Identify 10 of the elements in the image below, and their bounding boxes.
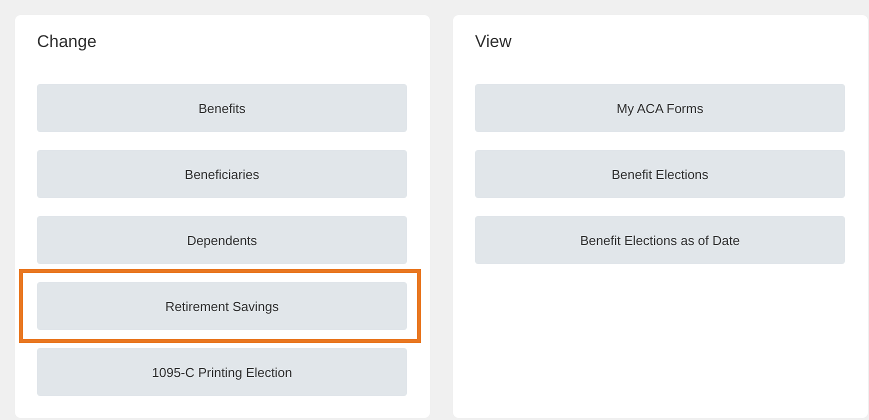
action-button[interactable]: Retirement Savings — [37, 282, 407, 330]
action-button[interactable]: Benefit Elections as of Date — [475, 216, 845, 264]
action-button[interactable]: Beneficiaries — [37, 150, 407, 198]
action-button[interactable]: My ACA Forms — [475, 84, 845, 132]
action-button[interactable]: 1095-C Printing Election — [37, 348, 407, 396]
action-button[interactable]: Benefit Elections — [475, 150, 845, 198]
action-button[interactable]: Benefits — [37, 84, 407, 132]
panel-title: View — [475, 31, 513, 53]
panel-title: Change — [37, 31, 98, 53]
action-button[interactable]: Dependents — [37, 216, 407, 264]
